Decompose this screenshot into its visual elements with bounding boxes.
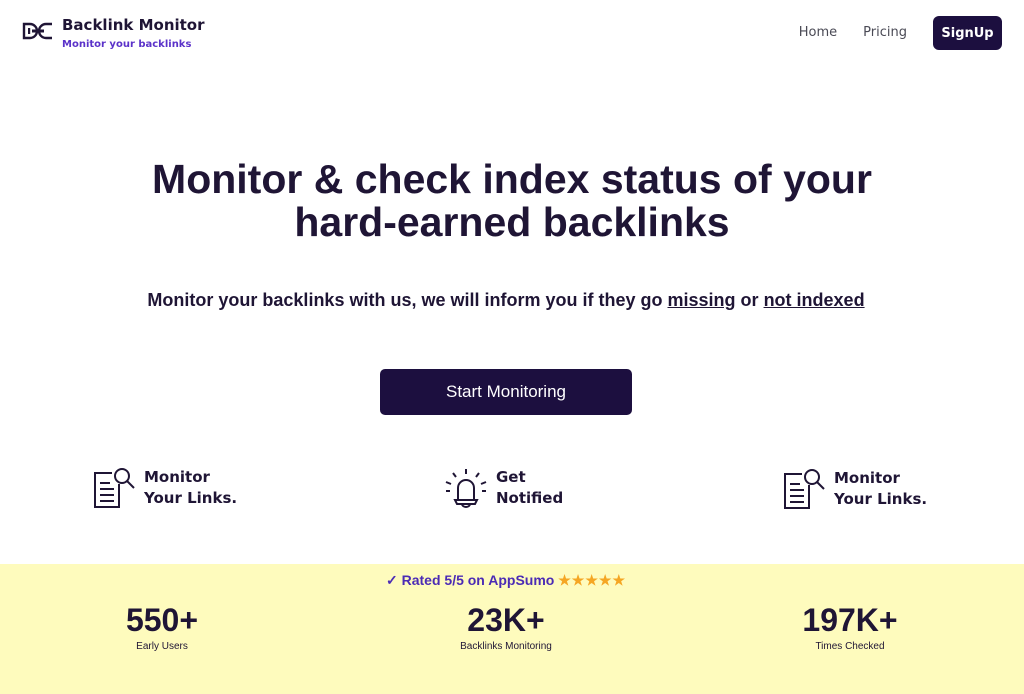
stat-label: Times Checked — [815, 641, 885, 652]
stat-value: 23K+ — [467, 602, 545, 638]
nav-pricing-link[interactable]: Pricing — [863, 16, 907, 50]
feature-line2: Your Links. — [144, 489, 238, 507]
hero-subtitle-text: Monitor your backlinks with us, we will … — [147, 290, 663, 310]
nav-links: Home Pricing SignUp — [799, 16, 1002, 50]
feature-line1: Get — [496, 468, 526, 486]
stat-backlinks-monitoring: 23K+ Backlinks Monitoring — [406, 602, 606, 652]
feature-line1: Monitor — [144, 468, 210, 486]
nav-home-link[interactable]: Home — [799, 16, 837, 50]
navbar: Backlink Monitor Monitor your backlinks … — [0, 0, 1024, 68]
hero-subtitle-or: or — [740, 290, 759, 310]
feature-line2: Your Links. — [834, 490, 928, 508]
hero-title-line1: Monitor & check index status of your — [152, 156, 872, 202]
star-rating-icon: ★★★★★ — [558, 572, 626, 588]
hero-subtitle: Monitor your backlinks with us, we will … — [0, 290, 1012, 311]
not-indexed-link[interactable]: not indexed — [764, 290, 865, 310]
start-monitoring-button[interactable]: Start Monitoring — [380, 369, 632, 415]
appsumo-rating: ✓ Rated 5/5 on AppSumo ★★★★★ — [0, 572, 1012, 589]
feature-label: Monitor Your Links. — [144, 467, 254, 509]
bell-icon — [445, 469, 487, 508]
hero-title: Monitor & check index status of your har… — [0, 158, 1024, 244]
document-search-icon — [784, 469, 825, 509]
document-search-icon — [94, 468, 135, 508]
stat-label: Early Users — [136, 641, 188, 652]
feature-get-notified: Get Notified — [444, 466, 606, 510]
signup-button[interactable]: SignUp — [933, 16, 1002, 50]
feature-monitor-links: Monitor Your Links. — [92, 466, 254, 510]
brand-tagline: Monitor your backlinks — [62, 39, 192, 50]
rating-text: ✓ Rated 5/5 on AppSumo — [386, 572, 555, 588]
feature-line1: Monitor — [834, 469, 900, 487]
feature-label: Monitor Your Links. — [834, 468, 944, 510]
stat-times-checked: 197K+ Times Checked — [750, 602, 950, 652]
feature-label: Get Notified — [496, 467, 606, 509]
stat-value: 550+ — [125, 602, 199, 638]
stat-value: 197K+ — [802, 602, 898, 638]
hero-title-line2: hard-earned backlinks — [294, 199, 730, 245]
brand-home-link[interactable]: Backlink Monitor Monitor your backlinks — [22, 14, 205, 52]
stat-label: Backlinks Monitoring — [460, 641, 552, 652]
feature-line2: Notified — [496, 489, 564, 507]
stats-band: ✓ Rated 5/5 on AppSumo ★★★★★ 550+ Early … — [0, 564, 1024, 694]
feature-monitor-links-2: Monitor Your Links. — [782, 467, 944, 511]
link-chain-icon — [22, 22, 52, 40]
stat-early-users: 550+ Early Users — [62, 602, 262, 652]
missing-link[interactable]: missing — [668, 290, 736, 310]
brand-name: Backlink Monitor — [62, 16, 205, 34]
brand-text: Backlink Monitor Monitor your backlinks — [62, 14, 205, 52]
